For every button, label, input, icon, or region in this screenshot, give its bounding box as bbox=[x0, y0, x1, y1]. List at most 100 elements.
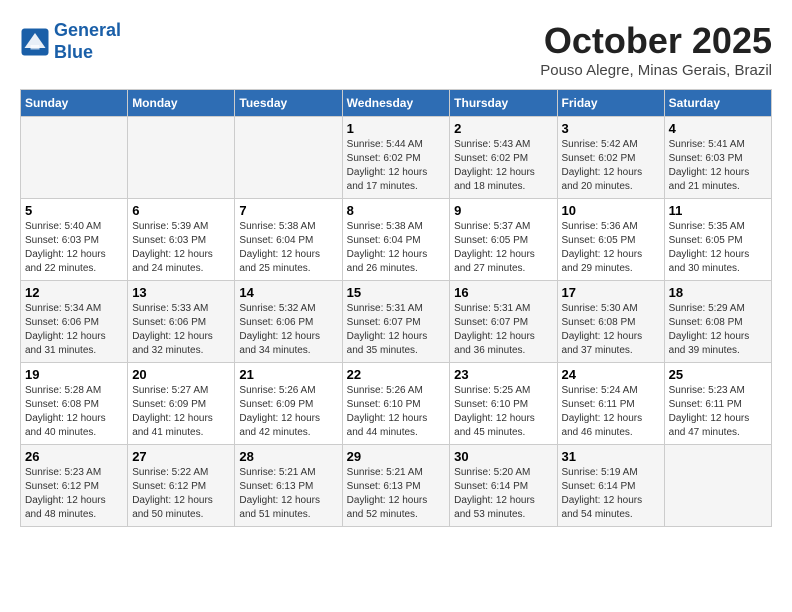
weekday-header: Saturday bbox=[664, 90, 771, 117]
day-info: Sunrise: 5:37 AM Sunset: 6:05 PM Dayligh… bbox=[454, 220, 552, 276]
day-info: Sunrise: 5:21 AM Sunset: 6:13 PM Dayligh… bbox=[239, 466, 337, 522]
day-number: 14 bbox=[239, 285, 337, 300]
day-info: Sunrise: 5:40 AM Sunset: 6:03 PM Dayligh… bbox=[25, 220, 123, 276]
day-number: 6 bbox=[132, 203, 230, 218]
calendar-cell: 3 Sunrise: 5:42 AM Sunset: 6:02 PM Daylig… bbox=[557, 117, 664, 199]
day-number: 24 bbox=[562, 367, 660, 382]
logo-text: General Blue bbox=[54, 20, 121, 63]
day-info: Sunrise: 5:19 AM Sunset: 6:14 PM Dayligh… bbox=[562, 466, 660, 522]
day-info: Sunrise: 5:31 AM Sunset: 6:07 PM Dayligh… bbox=[454, 302, 552, 358]
day-info: Sunrise: 5:21 AM Sunset: 6:13 PM Dayligh… bbox=[347, 466, 446, 522]
day-info: Sunrise: 5:44 AM Sunset: 6:02 PM Dayligh… bbox=[347, 138, 446, 194]
calendar-cell: 14 Sunrise: 5:32 AM Sunset: 6:06 PM Dayli… bbox=[235, 281, 342, 363]
title-block: October 2025 Pouso Alegre, Minas Gerais,… bbox=[540, 20, 772, 79]
calendar-cell: 31 Sunrise: 5:19 AM Sunset: 6:14 PM Dayli… bbox=[557, 445, 664, 527]
day-number: 26 bbox=[25, 449, 123, 464]
day-number: 15 bbox=[347, 285, 446, 300]
calendar-cell: 25Sunrise: 5:23 AM Sunset: 6:11 PM Dayli… bbox=[664, 363, 771, 445]
day-number: 7 bbox=[239, 203, 337, 218]
day-info: Sunrise: 5:20 AM Sunset: 6:14 PM Dayligh… bbox=[454, 466, 552, 522]
month-title: October 2025 bbox=[540, 20, 772, 62]
calendar-cell: 23 Sunrise: 5:25 AM Sunset: 6:10 PM Dayli… bbox=[450, 363, 557, 445]
calendar-week-row: 1 Sunrise: 5:44 AM Sunset: 6:02 PM Daylig… bbox=[21, 117, 772, 199]
day-number: 5 bbox=[25, 203, 123, 218]
day-number: 23 bbox=[454, 367, 552, 382]
calendar-cell bbox=[21, 117, 128, 199]
calendar-cell: 12Sunrise: 5:34 AM Sunset: 6:06 PM Dayli… bbox=[21, 281, 128, 363]
calendar-cell: 22Sunrise: 5:26 AM Sunset: 6:10 PM Dayli… bbox=[342, 363, 450, 445]
weekday-header: Monday bbox=[128, 90, 235, 117]
day-info: Sunrise: 5:39 AM Sunset: 6:03 PM Dayligh… bbox=[132, 220, 230, 276]
calendar-week-row: 5 Sunrise: 5:40 AM Sunset: 6:03 PM Daylig… bbox=[21, 199, 772, 281]
day-info: Sunrise: 5:28 AM Sunset: 6:08 PM Dayligh… bbox=[25, 384, 123, 440]
day-info: Sunrise: 5:30 AM Sunset: 6:08 PM Dayligh… bbox=[562, 302, 660, 358]
day-number: 21 bbox=[239, 367, 337, 382]
calendar-cell: 4 Sunrise: 5:41 AM Sunset: 6:03 PM Daylig… bbox=[664, 117, 771, 199]
day-info: Sunrise: 5:42 AM Sunset: 6:02 PM Dayligh… bbox=[562, 138, 660, 194]
day-number: 3 bbox=[562, 121, 660, 136]
day-number: 27 bbox=[132, 449, 230, 464]
calendar-cell: 27 Sunrise: 5:22 AM Sunset: 6:12 PM Dayli… bbox=[128, 445, 235, 527]
day-number: 20 bbox=[132, 367, 230, 382]
logo-line1: General bbox=[54, 20, 121, 40]
day-info: Sunrise: 5:43 AM Sunset: 6:02 PM Dayligh… bbox=[454, 138, 552, 194]
day-info: Sunrise: 5:24 AM Sunset: 6:11 PM Dayligh… bbox=[562, 384, 660, 440]
day-number: 13 bbox=[132, 285, 230, 300]
calendar-cell: 29 Sunrise: 5:21 AM Sunset: 6:13 PM Dayli… bbox=[342, 445, 450, 527]
day-number: 29 bbox=[347, 449, 446, 464]
calendar-cell: 5 Sunrise: 5:40 AM Sunset: 6:03 PM Daylig… bbox=[21, 199, 128, 281]
calendar-week-row: 19Sunrise: 5:28 AM Sunset: 6:08 PM Dayli… bbox=[21, 363, 772, 445]
calendar-cell: 20 Sunrise: 5:27 AM Sunset: 6:09 PM Dayli… bbox=[128, 363, 235, 445]
calendar-cell: 6 Sunrise: 5:39 AM Sunset: 6:03 PM Daylig… bbox=[128, 199, 235, 281]
day-number: 1 bbox=[347, 121, 446, 136]
day-info: Sunrise: 5:22 AM Sunset: 6:12 PM Dayligh… bbox=[132, 466, 230, 522]
weekday-header: Sunday bbox=[21, 90, 128, 117]
calendar-cell: 18 Sunrise: 5:29 AM Sunset: 6:08 PM Dayli… bbox=[664, 281, 771, 363]
day-number: 9 bbox=[454, 203, 552, 218]
day-info: Sunrise: 5:32 AM Sunset: 6:06 PM Dayligh… bbox=[239, 302, 337, 358]
calendar-cell: 7Sunrise: 5:38 AM Sunset: 6:04 PM Daylig… bbox=[235, 199, 342, 281]
logo-icon bbox=[20, 27, 50, 57]
calendar-cell: 19Sunrise: 5:28 AM Sunset: 6:08 PM Dayli… bbox=[21, 363, 128, 445]
day-info: Sunrise: 5:41 AM Sunset: 6:03 PM Dayligh… bbox=[669, 138, 767, 194]
calendar-cell: 26 Sunrise: 5:23 AM Sunset: 6:12 PM Dayli… bbox=[21, 445, 128, 527]
weekday-header: Tuesday bbox=[235, 90, 342, 117]
day-number: 25 bbox=[669, 367, 767, 382]
calendar-cell: 8Sunrise: 5:38 AM Sunset: 6:04 PM Daylig… bbox=[342, 199, 450, 281]
day-number: 10 bbox=[562, 203, 660, 218]
day-number: 22 bbox=[347, 367, 446, 382]
logo-line2: Blue bbox=[54, 42, 93, 62]
day-number: 18 bbox=[669, 285, 767, 300]
day-info: Sunrise: 5:29 AM Sunset: 6:08 PM Dayligh… bbox=[669, 302, 767, 358]
calendar-cell: 30Sunrise: 5:20 AM Sunset: 6:14 PM Dayli… bbox=[450, 445, 557, 527]
calendar-cell: 10 Sunrise: 5:36 AM Sunset: 6:05 PM Dayli… bbox=[557, 199, 664, 281]
calendar-cell: 1 Sunrise: 5:44 AM Sunset: 6:02 PM Daylig… bbox=[342, 117, 450, 199]
calendar-cell: 13 Sunrise: 5:33 AM Sunset: 6:06 PM Dayli… bbox=[128, 281, 235, 363]
calendar-cell: 16Sunrise: 5:31 AM Sunset: 6:07 PM Dayli… bbox=[450, 281, 557, 363]
calendar-cell bbox=[664, 445, 771, 527]
logo: General Blue bbox=[20, 20, 121, 63]
calendar-cell: 24 Sunrise: 5:24 AM Sunset: 6:11 PM Dayli… bbox=[557, 363, 664, 445]
calendar-cell: 9 Sunrise: 5:37 AM Sunset: 6:05 PM Daylig… bbox=[450, 199, 557, 281]
day-info: Sunrise: 5:33 AM Sunset: 6:06 PM Dayligh… bbox=[132, 302, 230, 358]
calendar-cell: 28Sunrise: 5:21 AM Sunset: 6:13 PM Dayli… bbox=[235, 445, 342, 527]
day-number: 11 bbox=[669, 203, 767, 218]
calendar-cell bbox=[235, 117, 342, 199]
day-info: Sunrise: 5:34 AM Sunset: 6:06 PM Dayligh… bbox=[25, 302, 123, 358]
calendar-week-row: 12Sunrise: 5:34 AM Sunset: 6:06 PM Dayli… bbox=[21, 281, 772, 363]
day-number: 4 bbox=[669, 121, 767, 136]
day-info: Sunrise: 5:36 AM Sunset: 6:05 PM Dayligh… bbox=[562, 220, 660, 276]
day-info: Sunrise: 5:27 AM Sunset: 6:09 PM Dayligh… bbox=[132, 384, 230, 440]
calendar-cell: 17 Sunrise: 5:30 AM Sunset: 6:08 PM Dayli… bbox=[557, 281, 664, 363]
calendar-cell: 15Sunrise: 5:31 AM Sunset: 6:07 PM Dayli… bbox=[342, 281, 450, 363]
day-info: Sunrise: 5:25 AM Sunset: 6:10 PM Dayligh… bbox=[454, 384, 552, 440]
day-number: 17 bbox=[562, 285, 660, 300]
location-subtitle: Pouso Alegre, Minas Gerais, Brazil bbox=[540, 62, 772, 79]
day-number: 31 bbox=[562, 449, 660, 464]
page-header: General Blue October 2025 Pouso Alegre, … bbox=[20, 20, 772, 79]
day-number: 8 bbox=[347, 203, 446, 218]
calendar-cell bbox=[128, 117, 235, 199]
weekday-header: Friday bbox=[557, 90, 664, 117]
day-number: 2 bbox=[454, 121, 552, 136]
day-info: Sunrise: 5:23 AM Sunset: 6:12 PM Dayligh… bbox=[25, 466, 123, 522]
